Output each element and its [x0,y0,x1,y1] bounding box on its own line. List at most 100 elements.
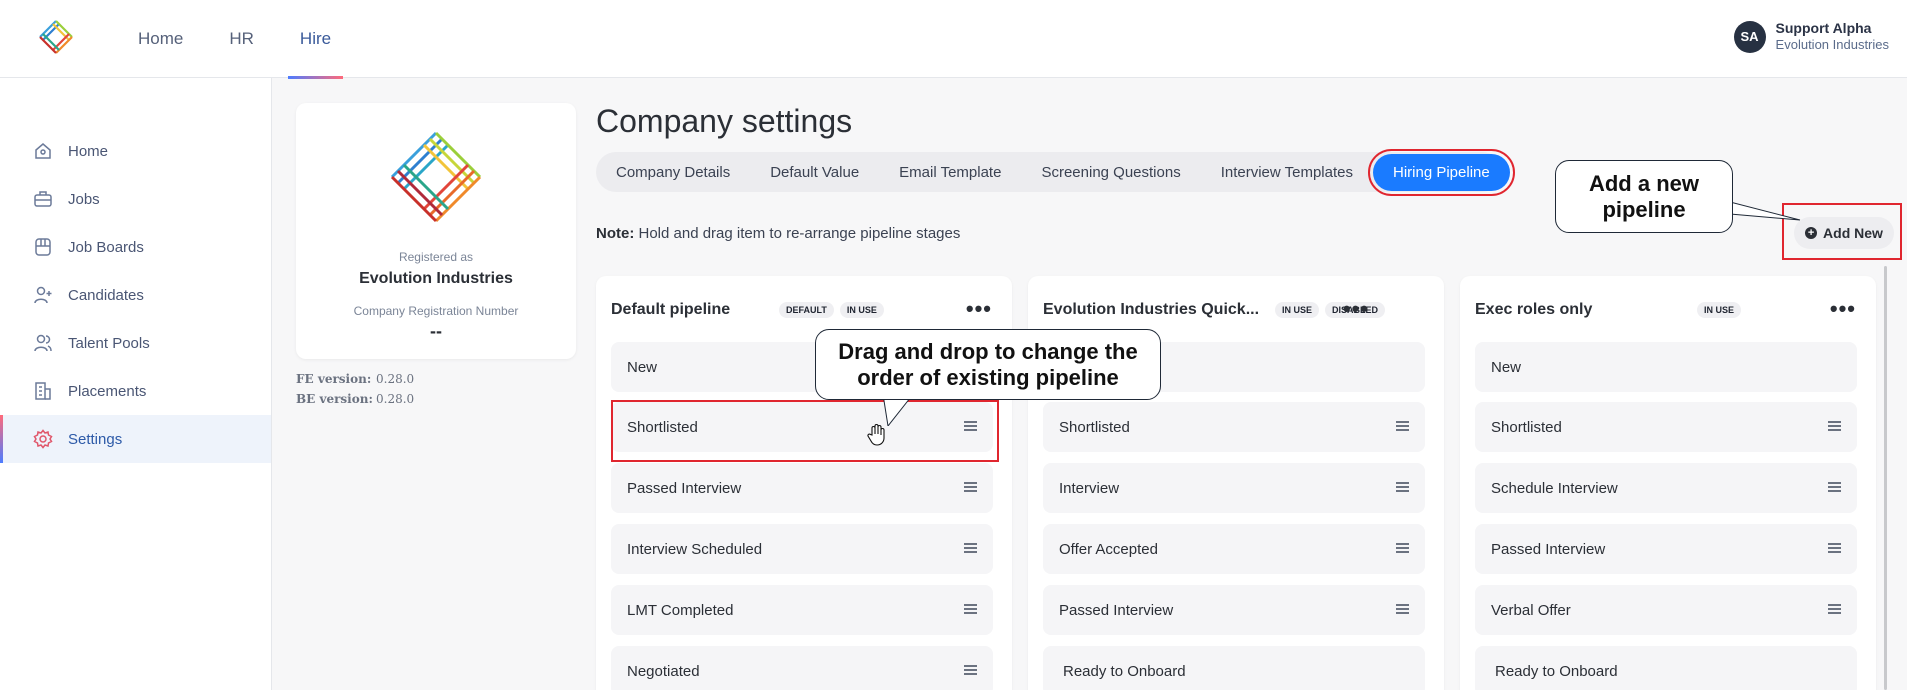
company-card: Registered as Evolution Industries Compa… [296,103,576,359]
scrollbar[interactable] [1884,266,1887,690]
pipeline-stage[interactable]: Interview Scheduled [611,524,993,574]
more-options-icon[interactable]: ••• [1343,298,1369,320]
fe-version-value: 0.28.0 [376,372,415,386]
sidebar-item-label: Jobs [68,190,100,208]
add-new-label: Add New [1823,225,1883,241]
briefcase-icon [32,188,54,210]
sidebar-item-job-boards[interactable]: Job Boards [0,223,271,271]
registration-number: -- [430,321,442,341]
sidebar-item-placements[interactable]: Placements [0,367,271,415]
be-version: BE version: 0.28.0 [296,392,414,406]
pipeline-stage[interactable]: LMT Completed [611,585,993,635]
drag-handle-icon[interactable] [964,543,977,553]
stage-label: Passed Interview [1491,540,1606,558]
pipeline-stage[interactable]: Negotiated [611,646,993,690]
callout-pointer [1730,201,1801,221]
pipeline-stage[interactable]: New [1475,342,1857,392]
fe-version: FE version: 0.28.0 [296,372,414,386]
sidebar-item-talent-pools[interactable]: Talent Pools [0,319,271,367]
tab-default-value[interactable]: Default Value [770,164,859,181]
tab-hiring-pipeline[interactable]: Hiring Pipeline [1368,148,1515,196]
top-nav-hire[interactable]: Hire [287,0,344,79]
pipeline-stage[interactable]: Shortlisted [1475,402,1857,452]
avatar[interactable]: SA [1733,20,1766,53]
be-version-value: 0.28.0 [376,392,415,406]
sidebar-item-label: Home [68,142,109,160]
drag-handle-icon[interactable] [1396,482,1409,492]
registration-number-label: Company Registration Number [353,304,519,318]
pipeline-stage[interactable]: Schedule Interview [1475,463,1857,513]
pipeline-stage[interactable]: Passed Interview [1475,524,1857,574]
drag-handle-icon[interactable] [964,665,977,675]
sidebar-item-settings[interactable]: Settings [0,415,271,463]
sidebar-item-home[interactable]: Home [0,127,271,175]
home-icon [32,140,54,162]
users-icon [32,332,54,354]
drag-handle-icon[interactable] [1828,604,1841,614]
add-user-icon [32,284,54,306]
status-badge: IN USE [1275,302,1320,318]
stage-label: Passed Interview [1059,601,1174,619]
sidebar-item-label: Candidates [68,286,144,304]
stage-label: Interview Scheduled [627,540,763,558]
company-name: Evolution Industries [359,270,513,287]
stage-label: Ready to Onboard [1495,662,1618,680]
pipeline-stage[interactable]: Passed Interview [1043,585,1425,635]
sidebar: Home Jobs Job Boards Candidates Talent P… [0,78,272,690]
drag-handle-icon[interactable] [1396,543,1409,553]
tab-company-details[interactable]: Company Details [616,164,730,181]
drag-handle-icon[interactable] [964,604,977,614]
user-menu[interactable]: SA Support Alpha Evolution Industries [1733,20,1889,53]
drag-handle-icon[interactable] [1396,604,1409,614]
stage-label: Offer Accepted [1059,540,1158,558]
stage-label: New [1491,358,1522,376]
pipeline-name: Exec roles only [1475,301,1593,318]
building-icon [32,380,54,402]
settings-tabs: Company Details Default Value Email Temp… [596,148,1515,196]
status-badge: IN USE [1697,302,1742,318]
stage-label: LMT Completed [627,601,734,619]
user-company: Evolution Industries [1775,37,1889,52]
tab-interview-templates[interactable]: Interview Templates [1221,164,1353,181]
pipeline-stage[interactable]: Verbal Offer [1475,585,1857,635]
stage-label: Shortlisted [1059,418,1130,436]
drag-handle-icon[interactable] [1396,421,1409,431]
top-nav-home[interactable]: Home [138,0,183,78]
app-logo[interactable] [34,15,78,59]
page-title: Company settings [596,103,853,139]
grab-cursor-icon [867,424,885,446]
stage-label: Verbal Offer [1491,601,1571,619]
stage-label: Schedule Interview [1491,479,1618,497]
sidebar-item-label: Job Boards [68,238,144,256]
stage-label: Passed Interview [627,479,742,497]
stage-label: Interview [1059,479,1120,497]
stage-label: Shortlisted [1491,418,1562,436]
pipeline-stage[interactable]: Shortlisted [1043,402,1425,452]
tab-email-template[interactable]: Email Template [899,164,1001,181]
add-new-button[interactable]: + Add New [1794,217,1894,249]
drag-stage-highlight [611,400,999,462]
note-label: Note: [596,225,635,242]
drag-handle-icon[interactable] [964,482,977,492]
pipeline-stage[interactable]: Ready to Onboard [1475,646,1857,690]
plus-icon: + [1805,227,1818,239]
drag-handle-icon[interactable] [1828,482,1841,492]
sidebar-item-candidates[interactable]: Candidates [0,271,271,319]
top-nav-hr[interactable]: HR [229,0,254,78]
more-options-icon[interactable]: ••• [1830,298,1856,320]
more-options-icon[interactable]: ••• [966,298,992,320]
drag-handle-icon[interactable] [1828,421,1841,431]
tab-screening-questions[interactable]: Screening Questions [1041,164,1180,181]
gear-icon [32,428,54,450]
pipeline-stage[interactable]: Offer Accepted [1043,524,1425,574]
drag-handle-icon[interactable] [1828,543,1841,553]
pipeline-stage[interactable]: Interview [1043,463,1425,513]
stage-label: Negotiated [627,662,700,680]
company-logo [390,131,482,223]
pipeline-stage[interactable]: Ready to Onboard [1043,646,1425,690]
add-callout: Add a new pipeline [1555,160,1733,233]
sidebar-item-jobs[interactable]: Jobs [0,175,271,223]
pipeline-stage[interactable]: Passed Interview [611,463,993,513]
pipeline-card-exec: Exec roles only IN USE ••• New Shortlist… [1460,276,1876,690]
be-version-label: BE version: [296,392,373,406]
